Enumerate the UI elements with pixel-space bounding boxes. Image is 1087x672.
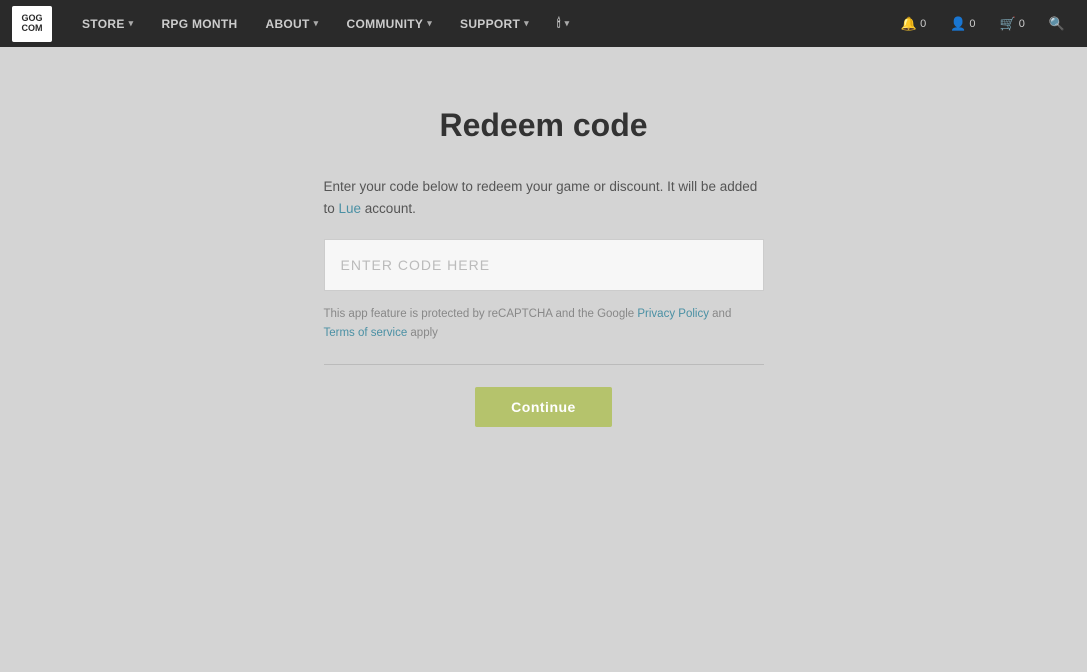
account-btn[interactable]: 👤 0 [940,0,985,47]
navbar: GOGCOM STORE ▾ RPG MONTH ABOUT ▾ COMMUNI… [0,0,1087,47]
search-btn[interactable]: 🔍 [1039,0,1075,47]
divider [324,364,764,365]
nav-support-chevron: ▾ [524,18,529,29]
recaptcha-prefix: This app feature is protected by reCAPTC… [324,308,638,320]
user-icon: 👤 [950,16,966,32]
nav-community-chevron: ▾ [427,18,432,29]
nav-extra-chevron: ▾ [565,18,570,29]
cart-btn[interactable]: 🛒 0 [990,0,1035,47]
terms-link[interactable]: Terms of service [324,327,408,339]
code-input[interactable] [324,239,764,291]
notifications-btn[interactable]: 🔔 0 [891,0,936,47]
logo-text: GOGCOM [21,14,42,34]
recaptcha-and: and [709,308,731,320]
nav-store-label: STORE [82,17,125,31]
description-username: Lue [339,201,362,216]
cart-count: 0 [1019,18,1025,30]
cart-icon: 🛒 [1000,16,1016,32]
page-title: Redeem code [439,107,647,144]
description-text: Enter your code below to redeem your gam… [324,176,764,219]
main-content: Redeem code Enter your code below to red… [0,47,1087,467]
nav-rpg-label: RPG MONTH [161,17,237,31]
notifications-count: 0 [920,18,926,30]
continue-button[interactable]: Continue [475,387,612,427]
nav-about-label: ABOUT [265,17,309,31]
nav-about-chevron: ▾ [314,18,319,29]
nav-rpg-month[interactable]: RPG MONTH [147,0,251,47]
nav-right: 🔔 0 👤 0 🛒 0 🔍 [891,0,1075,47]
flame-icon: 🕯 [557,16,561,31]
nav-about[interactable]: ABOUT ▾ [251,0,332,47]
nav-support[interactable]: SUPPORT ▾ [446,0,543,47]
nav-store[interactable]: STORE ▾ [68,0,147,47]
recaptcha-suffix: apply [407,327,438,339]
account-count: 0 [969,18,975,30]
redeem-container: Enter your code below to redeem your gam… [324,176,764,427]
nav-community[interactable]: COMMUNITY ▾ [332,0,446,47]
nav-extra-icon[interactable]: 🕯 ▾ [543,0,584,47]
privacy-policy-link[interactable]: Privacy Policy [637,308,709,320]
search-icon: 🔍 [1049,16,1065,32]
recaptcha-notice: This app feature is protected by reCAPTC… [324,305,764,342]
description-part2: account. [361,201,416,216]
nav-links: STORE ▾ RPG MONTH ABOUT ▾ COMMUNITY ▾ SU… [68,0,891,47]
nav-support-label: SUPPORT [460,17,520,31]
nav-community-label: COMMUNITY [346,17,423,31]
nav-store-chevron: ▾ [129,18,134,29]
site-logo[interactable]: GOGCOM [12,6,52,42]
bell-icon: 🔔 [901,16,917,32]
